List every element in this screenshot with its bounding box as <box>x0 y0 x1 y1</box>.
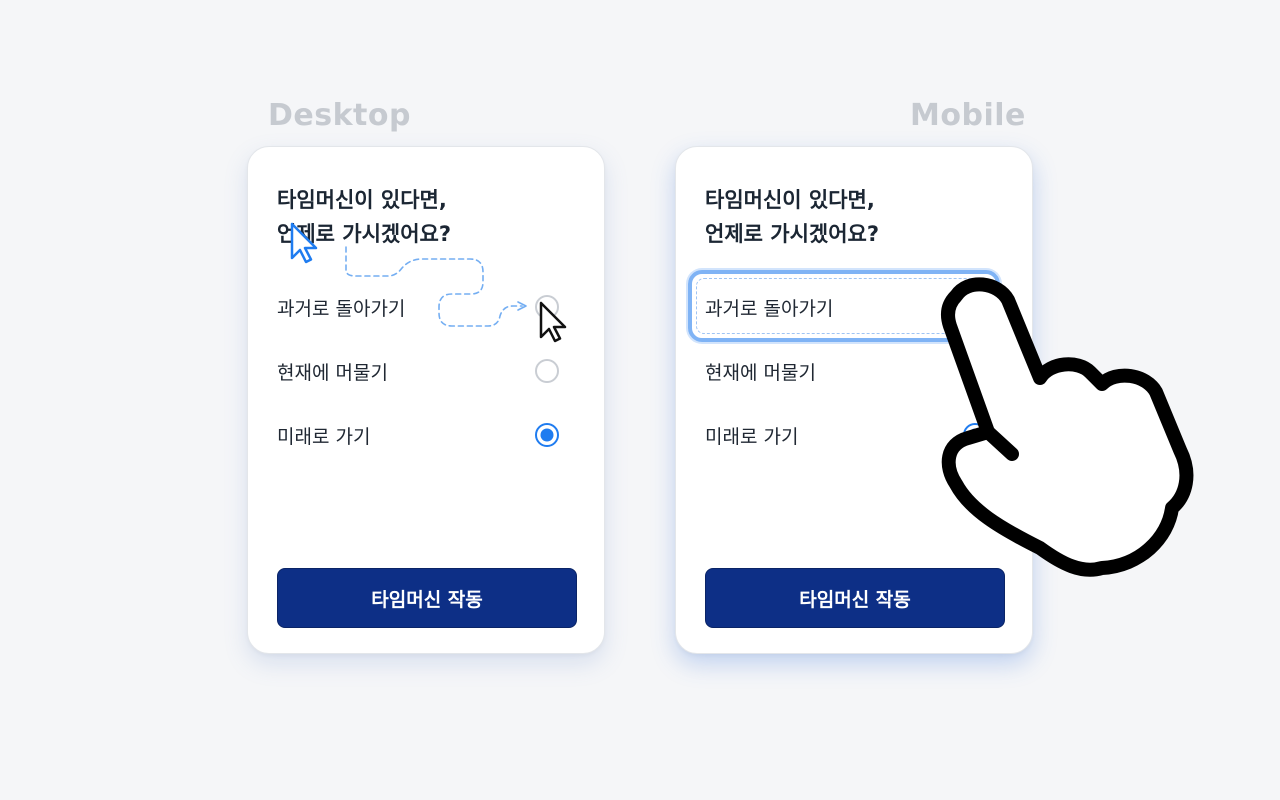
mobile-question: 타임머신이 있다면, 언제로 가시겠어요? <box>705 183 1005 251</box>
desktop-label: Desktop <box>268 98 411 133</box>
mobile-option-future[interactable]: 미래로 가기 <box>705 415 987 455</box>
desktop-option-present-label: 현재에 머물기 <box>277 361 388 384</box>
mobile-activate-button[interactable]: 타임머신 작동 <box>705 568 1005 628</box>
mobile-radio-past[interactable] <box>963 295 987 319</box>
mobile-option-present[interactable]: 현재에 머물기 <box>705 351 987 391</box>
mobile-card: 타임머신이 있다면, 언제로 가시겠어요? 과거로 돌아가기 현재에 머물기 미… <box>675 146 1033 654</box>
mobile-radio-future[interactable] <box>963 423 987 447</box>
desktop-option-future[interactable]: 미래로 가기 <box>277 415 559 455</box>
mobile-radio-present[interactable] <box>963 359 987 383</box>
desktop-question-line-1: 타임머신이 있다면, <box>277 188 447 212</box>
desktop-option-future-label: 미래로 가기 <box>277 425 371 448</box>
desktop-question-line-2: 언제로 가시겠어요? <box>277 222 452 246</box>
desktop-option-present[interactable]: 현재에 머물기 <box>277 351 559 391</box>
mobile-option-past[interactable]: 과거로 돌아가기 <box>705 287 987 327</box>
mobile-option-past-label: 과거로 돌아가기 <box>705 297 834 320</box>
mobile-label: Mobile <box>910 98 1026 133</box>
mobile-option-present-label: 현재에 머물기 <box>705 361 816 384</box>
desktop-radio-present[interactable] <box>535 359 559 383</box>
desktop-question: 타임머신이 있다면, 언제로 가시겠어요? <box>277 183 577 251</box>
mobile-option-future-label: 미래로 가기 <box>705 425 799 448</box>
pointer-overlay <box>290 222 1194 577</box>
mobile-question-line-1: 타임머신이 있다면, <box>705 188 875 212</box>
desktop-card: 타임머신이 있다면, 언제로 가시겠어요? 과거로 돌아가기 현재에 머물기 미… <box>247 146 605 654</box>
desktop-option-past[interactable]: 과거로 돌아가기 <box>277 287 559 327</box>
desktop-option-past-label: 과거로 돌아가기 <box>277 297 406 320</box>
desktop-radio-past[interactable] <box>535 295 559 319</box>
mobile-question-line-2: 언제로 가시겠어요? <box>705 222 880 246</box>
desktop-activate-button[interactable]: 타임머신 작동 <box>277 568 577 628</box>
desktop-radio-future[interactable] <box>535 423 559 447</box>
